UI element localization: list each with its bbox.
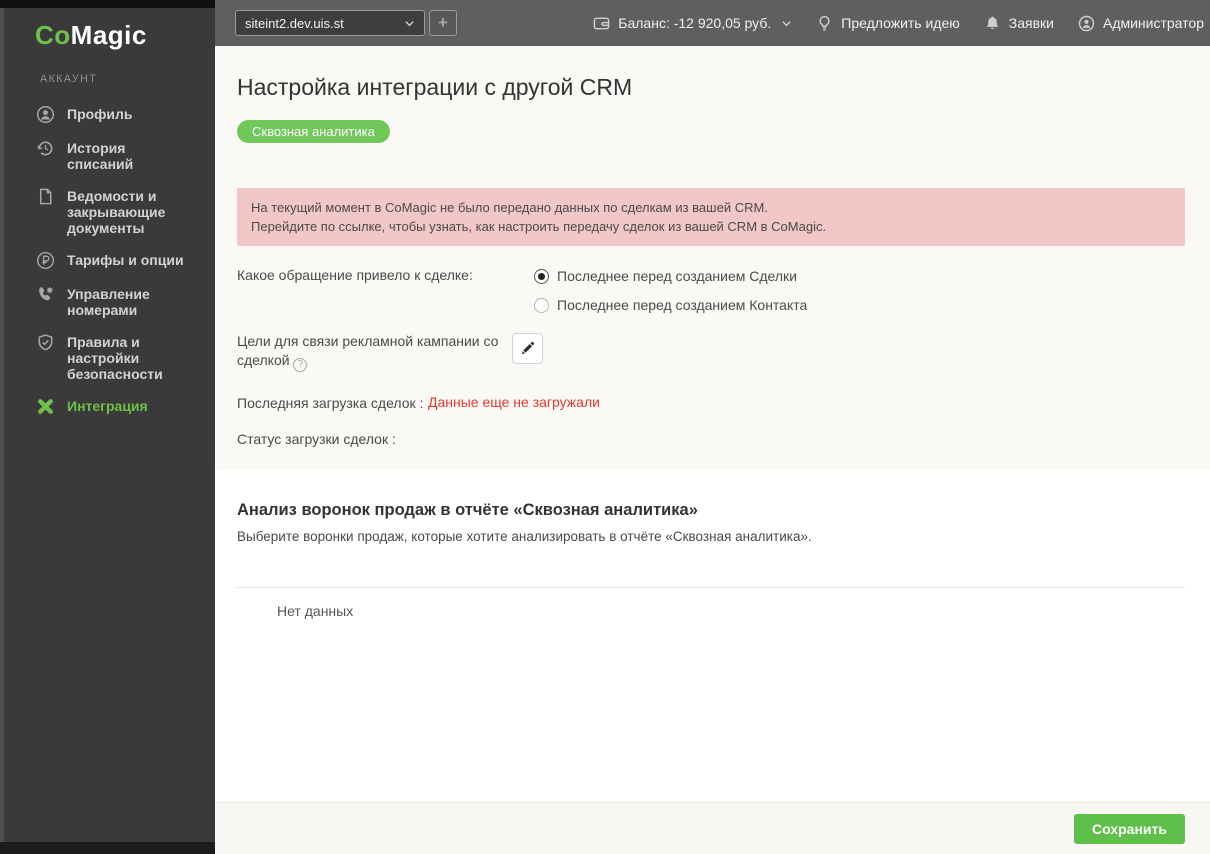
goals-label: Цели для связи рекламной кампании со сде…: [237, 333, 499, 372]
divider: [237, 587, 1185, 588]
radio-circle-icon: [534, 297, 549, 313]
save-button[interactable]: Сохранить: [1074, 814, 1185, 844]
lightbulb-icon: [816, 15, 833, 32]
sidebar-top-strip: [0, 0, 215, 8]
tickets-label: Заявки: [1008, 15, 1054, 31]
sidebar-item-integration[interactable]: Интеграция: [0, 390, 215, 424]
upload-status-label: Статус загрузки сделок :: [237, 431, 396, 447]
topbar: siteint2.dev.uis.st + Баланс: -12 920,05…: [215, 0, 1210, 46]
suggest-idea-label: Предложить идею: [841, 15, 960, 31]
page-title: Настройка интеграции с другой CRM: [237, 74, 633, 100]
bell-icon: [984, 15, 1001, 32]
user-label: Администратор: [1102, 15, 1204, 31]
radio-last-before-contact[interactable]: Последнее перед созданием Контакта: [534, 297, 807, 313]
tickets-button[interactable]: Заявки: [984, 15, 1054, 32]
sidebar-item-number-management[interactable]: Управление номерами: [0, 278, 215, 326]
integration-icon: [36, 397, 55, 416]
sidebar-bottom-strip: [0, 842, 215, 854]
suggest-idea-button[interactable]: Предложить идею: [816, 15, 960, 32]
footer-bar: Сохранить: [215, 802, 1210, 854]
balance-label: Баланс: -12 920,05 руб.: [618, 15, 772, 31]
pencil-icon: [521, 341, 535, 355]
balance-menu[interactable]: Баланс: -12 920,05 руб.: [593, 15, 792, 32]
warning-line-2: Перейдите по ссылке, чтобы узнать, как н…: [251, 219, 827, 234]
comagic-logo: CoMagic: [35, 20, 147, 51]
ruble-circle-icon: [36, 251, 55, 270]
funnels-section-title: Анализ воронок продаж в отчёте «Сквозная…: [237, 501, 698, 519]
warning-line-1: На текущий момент в CoMagic не было пере…: [251, 200, 768, 215]
plus-icon: +: [438, 13, 448, 32]
sidebar-item-security-rules[interactable]: Правила и настройки безопасности: [0, 326, 215, 390]
last-upload-label: Последняя загрузка сделок :: [237, 395, 424, 411]
topbar-right-cluster: Баланс: -12 920,05 руб. Предложить идею: [593, 0, 1204, 46]
phone-gear-icon: [36, 285, 55, 304]
deal-source-label: Какое обращение привело к сделке:: [237, 267, 473, 283]
logo-part-green: Co: [35, 20, 71, 50]
sidebar-item-tariffs[interactable]: Тарифы и опции: [0, 244, 215, 278]
warning-banner: На текущий момент в CoMagic не было пере…: [237, 188, 1185, 246]
chevron-down-icon: [404, 18, 415, 29]
chevron-down-icon: [781, 18, 792, 29]
main-content: Настройка интеграции с другой CRM Сквозн…: [215, 46, 1210, 854]
document-icon: [36, 187, 55, 206]
account-selector[interactable]: siteint2.dev.uis.st: [235, 10, 425, 36]
sidebar-item-documents[interactable]: Ведомости и закрывающие документы: [0, 180, 215, 244]
account-selector-value: siteint2.dev.uis.st: [245, 15, 344, 31]
empty-funnels-text: Нет данных: [277, 603, 354, 619]
last-upload-value: Данные еще не загружали: [428, 394, 600, 410]
sidebar-section-account: АККАУНТ: [40, 73, 98, 85]
sidebar-item-write-off-history[interactable]: История списаний: [0, 132, 215, 180]
radio-last-before-deal[interactable]: Последнее перед созданием Сделки: [534, 268, 797, 284]
help-icon[interactable]: ?: [293, 357, 308, 372]
user-menu[interactable]: Администратор: [1078, 15, 1204, 32]
analytics-badge[interactable]: Сквозная аналитика: [237, 120, 390, 143]
profile-icon: [36, 105, 55, 124]
sidebar-menu: Профиль История списаний Ведомости и зак…: [0, 98, 215, 424]
funnels-section-subtitle: Выберите воронки продаж, которые хотите …: [237, 529, 812, 544]
sidebar-item-profile[interactable]: Профиль: [0, 98, 215, 132]
shield-check-icon: [36, 333, 55, 352]
edit-goals-button[interactable]: [512, 333, 543, 364]
wallet-icon: [593, 15, 610, 32]
radio-circle-icon: [534, 268, 549, 284]
app-root: CoMagic АККАУНТ Профиль История списаний…: [0, 0, 1210, 854]
history-icon: [36, 139, 55, 158]
sidebar: CoMagic АККАУНТ Профиль История списаний…: [0, 0, 215, 854]
add-account-button[interactable]: +: [429, 10, 457, 36]
logo-part-white: Magic: [70, 20, 147, 50]
person-circle-icon: [1078, 15, 1095, 32]
